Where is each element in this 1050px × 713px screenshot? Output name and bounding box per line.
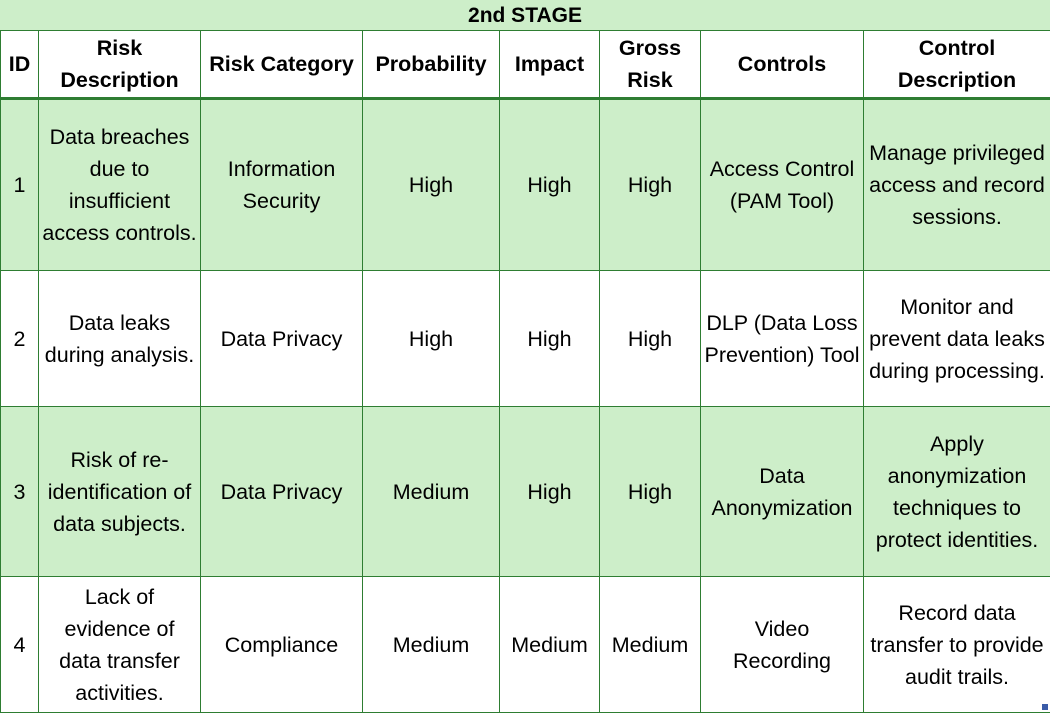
cell-gross-risk: High	[600, 407, 701, 577]
cell-risk-category: Compliance	[201, 577, 363, 713]
cell-control-description: Apply anonymization techniques to protec…	[864, 407, 1050, 577]
table-row: 2 Data leaks during analysis. Data Priva…	[1, 271, 1050, 407]
header-impact: Impact	[500, 31, 600, 99]
header-id: ID	[1, 31, 39, 99]
header-row: ID Risk Description Risk Category Probab…	[1, 31, 1050, 99]
cell-controls: Data Anonymization	[701, 407, 864, 577]
header-controls: Controls	[701, 31, 864, 99]
cell-gross-risk: Medium	[600, 577, 701, 713]
cell-controls: Video Recording	[701, 577, 864, 713]
cell-gross-risk: High	[600, 99, 701, 271]
cell-risk-description: Risk of re-identification of data subjec…	[39, 407, 201, 577]
risk-sheet: 2nd STAGE ID Risk Description Risk Categ…	[0, 0, 1050, 712]
cell-probability: High	[363, 99, 500, 271]
cell-risk-description: Data leaks during analysis.	[39, 271, 201, 407]
stage-title: 2nd STAGE	[0, 0, 1050, 30]
cell-probability: Medium	[363, 407, 500, 577]
header-probability: Probability	[363, 31, 500, 99]
cell-impact: Medium	[500, 577, 600, 713]
header-risk-category: Risk Category	[201, 31, 363, 99]
cell-probability: Medium	[363, 577, 500, 713]
cell-impact: High	[500, 407, 600, 577]
cell-risk-category: Information Security	[201, 99, 363, 271]
table-row: 1 Data breaches due to insufficient acce…	[1, 99, 1050, 271]
cell-id: 3	[1, 407, 39, 577]
cell-id: 4	[1, 577, 39, 713]
header-risk-description: Risk Description	[39, 31, 201, 99]
table-row: 3 Risk of re-identification of data subj…	[1, 407, 1050, 577]
header-gross-risk: Gross Risk	[600, 31, 701, 99]
cell-gross-risk: High	[600, 271, 701, 407]
cell-risk-category: Data Privacy	[201, 271, 363, 407]
cell-impact: High	[500, 99, 600, 271]
cell-controls: DLP (Data Loss Prevention) Tool	[701, 271, 864, 407]
risk-table: ID Risk Description Risk Category Probab…	[0, 30, 1050, 713]
header-control-description: Control Description	[864, 31, 1050, 99]
resize-handle[interactable]	[1042, 704, 1048, 710]
cell-risk-description: Data breaches due to insufficient access…	[39, 99, 201, 271]
cell-impact: High	[500, 271, 600, 407]
cell-id: 2	[1, 271, 39, 407]
cell-probability: High	[363, 271, 500, 407]
cell-risk-category: Data Privacy	[201, 407, 363, 577]
cell-controls: Access Control (PAM Tool)	[701, 99, 864, 271]
table-row: 4 Lack of evidence of data transfer acti…	[1, 577, 1050, 713]
cell-control-description: Manage privileged access and record sess…	[864, 99, 1050, 271]
cell-id: 1	[1, 99, 39, 271]
cell-control-description: Monitor and prevent data leaks during pr…	[864, 271, 1050, 407]
cell-risk-description: Lack of evidence of data transfer activi…	[39, 577, 201, 713]
cell-control-description: Record data transfer to provide audit tr…	[864, 577, 1050, 713]
